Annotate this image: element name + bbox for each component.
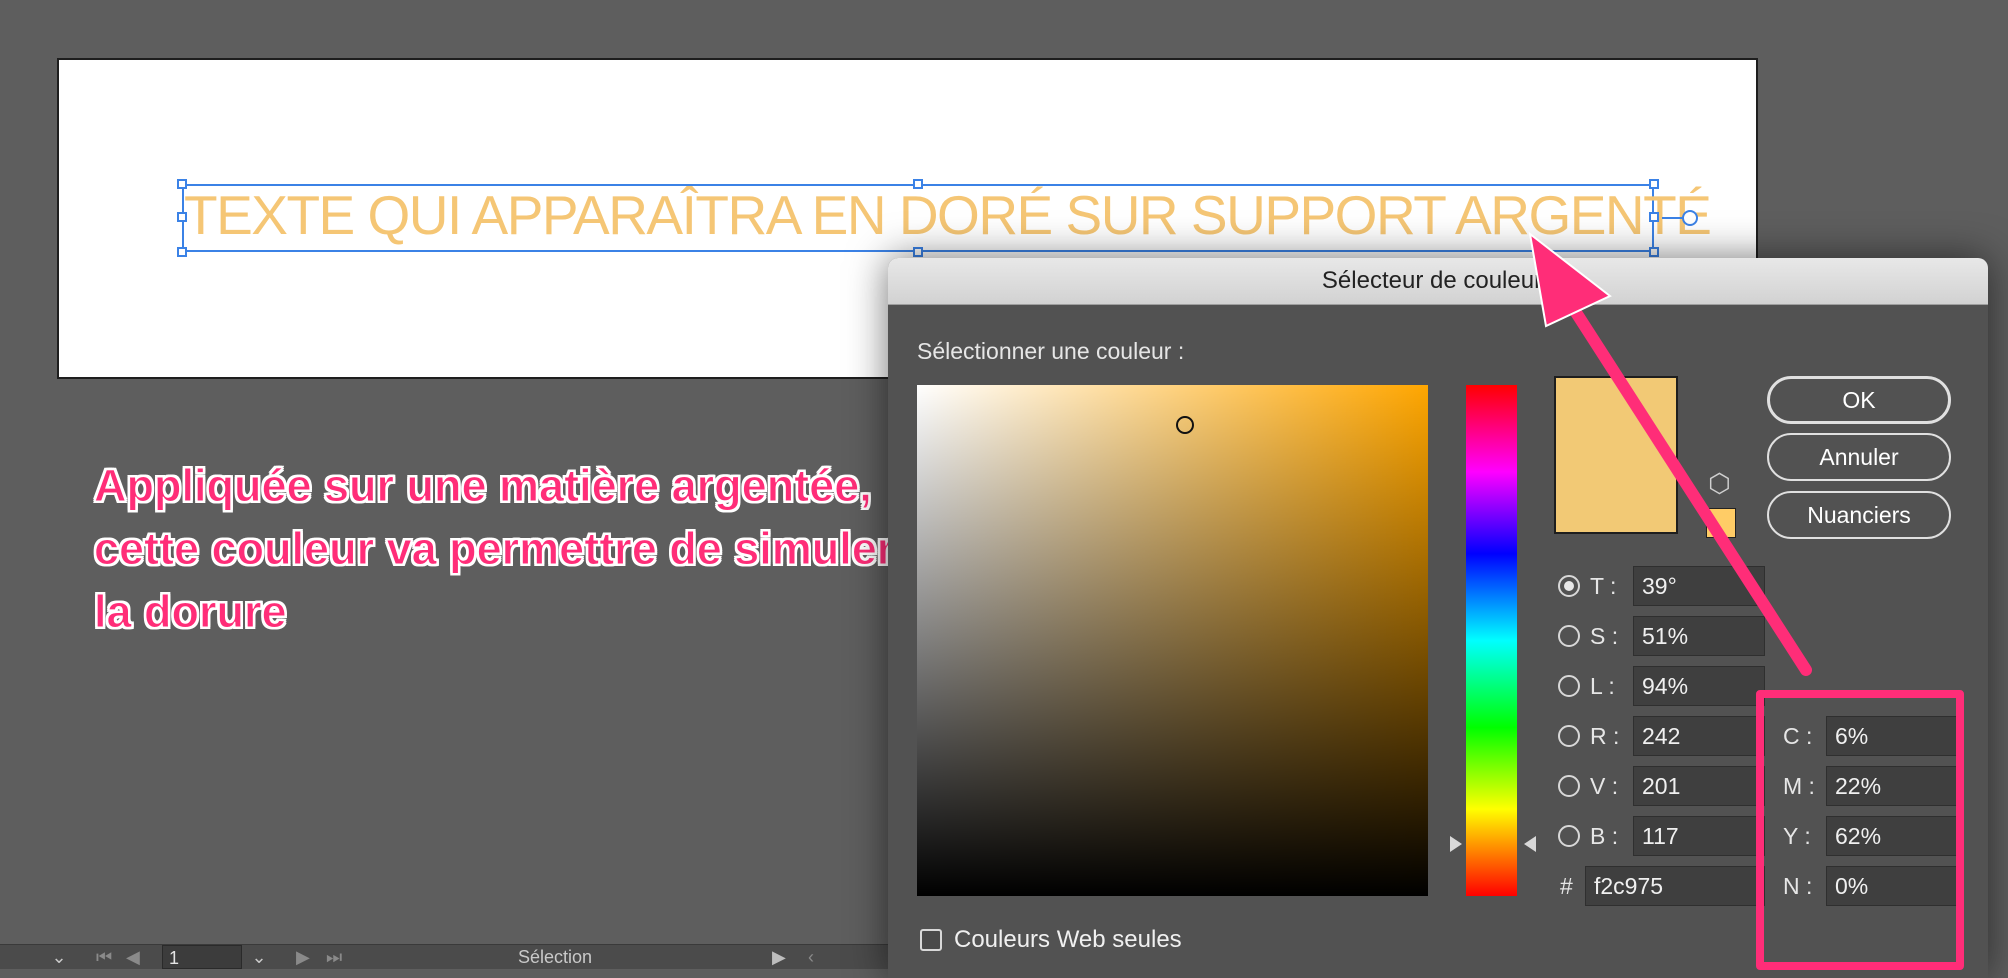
swatches-button[interactable]: Nuanciers — [1767, 491, 1951, 539]
selection-handle-bottom-right[interactable] — [1649, 247, 1659, 257]
brightness-input[interactable]: 94% — [1633, 666, 1765, 706]
blue-input[interactable]: 117 — [1633, 816, 1765, 856]
out-of-web-gamut-cube-icon[interactable]: ⬡ — [1708, 470, 1731, 496]
selected-text-object[interactable]: TEXTE QUI APPARAÎTRA EN DORÉ SUR SUPPORT… — [184, 180, 1712, 250]
ok-button[interactable]: OK — [1767, 376, 1951, 424]
cmyk-highlight-box — [1756, 690, 1964, 970]
hex-input[interactable]: f2c975 — [1585, 866, 1765, 906]
previous-page-icon[interactable]: ◀ — [126, 945, 148, 969]
current-color-preview — [1554, 376, 1678, 534]
last-page-icon[interactable]: ⏭ — [326, 945, 348, 969]
hue-label: T : — [1590, 573, 1617, 599]
selection-handle-bottom-left[interactable] — [177, 247, 187, 257]
hue-slider-right-arrow-icon[interactable] — [1524, 836, 1536, 852]
red-radio[interactable] — [1558, 725, 1580, 747]
hex-label: # — [1560, 873, 1573, 899]
hue-slider[interactable] — [1466, 385, 1517, 896]
text-thread-port[interactable] — [1682, 210, 1698, 226]
selection-handle-bottom-center[interactable] — [913, 247, 923, 257]
hue-input[interactable]: 39° — [1633, 566, 1765, 606]
select-color-label: Sélectionner une couleur : — [917, 338, 1185, 364]
brightness-radio[interactable] — [1558, 675, 1580, 697]
web-colors-only-label[interactable]: Couleurs Web seules — [954, 922, 1182, 958]
page-dropdown-chevron-icon[interactable]: ⌄ — [246, 945, 272, 969]
saturation-input[interactable]: 51% — [1633, 616, 1765, 656]
saturation-label: S : — [1590, 623, 1619, 649]
color-field-cursor[interactable] — [1176, 416, 1194, 434]
next-page-icon[interactable]: ▶ — [296, 945, 318, 969]
status-menu-arrow-icon[interactable]: ▶ — [772, 945, 792, 969]
annotation-line-1: Appliquée sur une matière argentée, — [94, 460, 873, 512]
green-input[interactable]: 201 — [1633, 766, 1765, 806]
annotation-line-2: cette couleur va permettre de simuler — [94, 523, 895, 575]
blue-label: B : — [1590, 823, 1619, 849]
selection-handle-middle-right[interactable] — [1649, 212, 1659, 222]
hue-slider-left-arrow-icon[interactable] — [1450, 836, 1462, 852]
first-page-icon[interactable]: ⏮ — [96, 945, 118, 969]
red-input[interactable]: 242 — [1633, 716, 1765, 756]
red-label: R : — [1590, 723, 1620, 749]
annotation-line-3: la dorure — [94, 586, 288, 638]
page-number-input[interactable]: 1 — [162, 945, 242, 969]
dialog-title[interactable]: Sélecteur de couleurs — [888, 258, 1988, 305]
hue-radio[interactable] — [1558, 575, 1580, 597]
selection-handle-middle-left[interactable] — [177, 212, 187, 222]
green-label: V : — [1590, 773, 1619, 799]
status-bar: ⌄ ⏮ ◀ 1 ⌄ ▶ ⏭ Sélection ▶ ‹ — [0, 944, 890, 969]
selection-handle-top-right[interactable] — [1649, 179, 1659, 189]
annotation-text: Appliquée sur une matière argentée, cett… — [94, 454, 974, 643]
current-tool-label: Sélection — [518, 947, 593, 967]
web-colors-only-checkbox[interactable] — [920, 929, 942, 951]
brightness-label: L : — [1590, 673, 1615, 699]
saturation-brightness-field[interactable] — [917, 385, 1428, 896]
saturation-radio[interactable] — [1558, 625, 1580, 647]
cancel-button[interactable]: Annuler — [1767, 433, 1951, 481]
web-safe-color-swatch[interactable] — [1706, 508, 1736, 538]
selection-handle-top-left[interactable] — [177, 179, 187, 189]
color-picker-dialog: Sélecteur de couleurs Sélectionner une c… — [888, 258, 1988, 978]
blue-radio[interactable] — [1558, 825, 1580, 847]
selection-handle-top-center[interactable] — [913, 179, 923, 189]
green-radio[interactable] — [1558, 775, 1580, 797]
scroll-left-icon[interactable]: ‹ — [808, 945, 828, 969]
zoom-dropdown-chevron-icon[interactable]: ⌄ — [46, 945, 72, 969]
